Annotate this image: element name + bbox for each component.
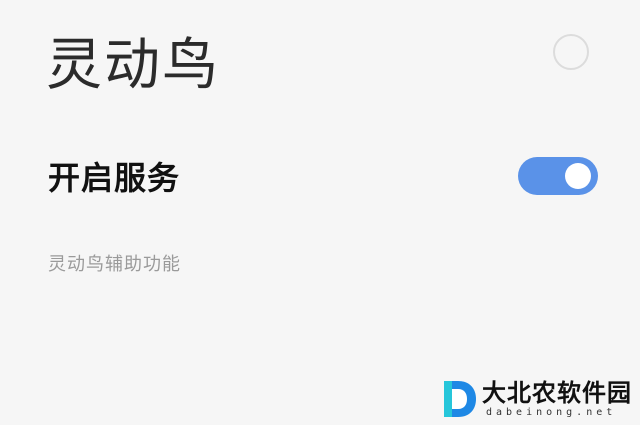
service-description: 灵动鸟辅助功能 <box>48 254 181 275</box>
service-label: 开启服务 <box>48 159 181 197</box>
watermark-url: dabeinong.net <box>486 407 617 418</box>
page-title: 灵动鸟 <box>46 33 220 98</box>
watermark: 大北农软件园 dabeinong.net <box>440 377 636 421</box>
watermark-name: 大北农软件园 <box>482 379 632 407</box>
service-setting-row[interactable]: 开启服务 <box>0 150 640 206</box>
letter-d-logo-icon <box>440 379 478 419</box>
toggle-knob <box>565 163 591 189</box>
toggle-ripple-ring <box>553 34 589 70</box>
service-toggle[interactable] <box>518 157 598 195</box>
